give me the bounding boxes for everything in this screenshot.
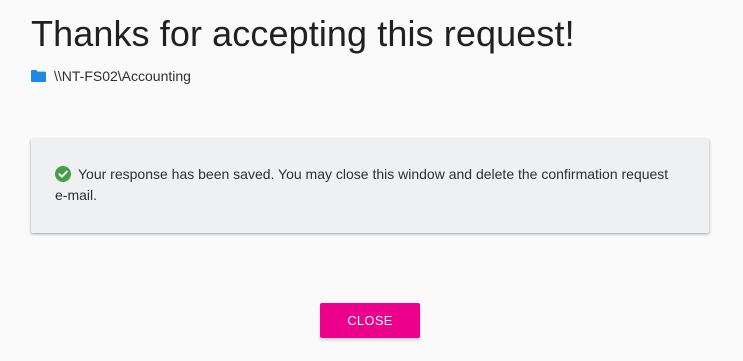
share-path-label: \\NT-FS02\Accounting: [54, 68, 191, 84]
alert-message: Your response has been saved. You may cl…: [55, 166, 669, 203]
check-circle-icon: [55, 166, 71, 182]
folder-icon: [31, 70, 46, 82]
close-button[interactable]: CLOSE: [320, 303, 420, 338]
share-path: \\NT-FS02\Accounting: [31, 66, 191, 86]
confirmation-alert: Your response has been saved. You may cl…: [31, 139, 709, 233]
page-title: Thanks for accepting this request!: [31, 13, 575, 54]
